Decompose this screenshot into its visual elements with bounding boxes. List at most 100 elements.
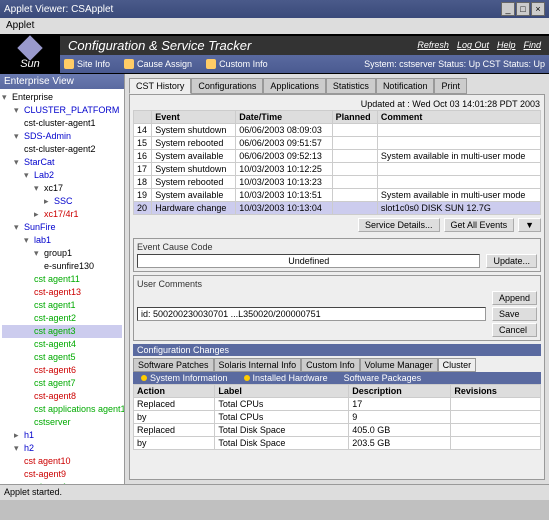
tree-node[interactable]: cst agent10 <box>2 455 122 468</box>
find-link[interactable]: Find <box>523 40 541 50</box>
get-all-events-button[interactable]: Get All Events <box>444 218 515 232</box>
comments-legend: User Comments <box>137 279 537 289</box>
tree-node[interactable]: ▾CLUSTER_PLATFORM <box>2 104 122 117</box>
tree-node[interactable]: ▸xc17/4r1 <box>2 208 122 221</box>
tree-node[interactable]: cst agent11 <box>2 273 122 286</box>
save-button[interactable]: Save <box>492 307 537 321</box>
config-table[interactable]: Action Label Description Revisions Repla… <box>133 384 541 450</box>
sidebar-title: Enterprise View <box>0 74 124 89</box>
tree-node[interactable]: ▾SDS-Admin <box>2 130 122 143</box>
tab-print[interactable]: Print <box>434 78 467 94</box>
tree-node[interactable]: ▾SunFire <box>2 221 122 234</box>
tree-node[interactable]: cst-agent2 <box>2 312 122 325</box>
tree-node[interactable]: e-sunfire130 <box>2 260 122 273</box>
tree-node[interactable]: cst-agent4 <box>2 338 122 351</box>
refresh-link[interactable]: Refresh <box>417 40 449 50</box>
cause-assign-button[interactable]: Cause Assign <box>124 59 192 69</box>
tree-node[interactable]: cst-cluster-agent2 <box>2 143 122 156</box>
subtab-custom[interactable]: Custom Info <box>301 358 360 372</box>
col-comment[interactable]: Comment <box>377 111 540 124</box>
tree-node[interactable]: cst agent1 <box>2 299 122 312</box>
subtab-volmgr[interactable]: Volume Manager <box>360 358 438 372</box>
tree-node[interactable]: cst applications agent12 <box>2 403 122 416</box>
table-row[interactable]: ReplacedTotal CPUs17 <box>134 398 541 411</box>
tab-statistics[interactable]: Statistics <box>326 78 376 94</box>
table-row[interactable]: 16System available06/06/2003 09:52:13Sys… <box>134 150 541 163</box>
table-row[interactable]: ReplacedTotal Disk Space405.0 GB <box>134 424 541 437</box>
table-row[interactable]: byTotal Disk Space203.5 GB <box>134 437 541 450</box>
append-button[interactable]: Append <box>492 291 537 305</box>
tree-node[interactable]: ▸h1 <box>2 429 122 442</box>
events-dropdown-button[interactable]: ▼ <box>518 218 541 232</box>
subtab-solaris[interactable]: Solaris Internal Info <box>214 358 302 372</box>
updated-label: Updated at : Wed Oct 03 14:01:28 PDT 200… <box>133 98 541 110</box>
tree-node[interactable]: ▾xc17 <box>2 182 122 195</box>
tree-node[interactable]: cst-agent8 <box>2 390 122 403</box>
service-details-button[interactable]: Service Details... <box>358 218 440 232</box>
logout-link[interactable]: Log Out <box>457 40 489 50</box>
table-row[interactable]: 15System rebooted06/06/2003 09:51:57 <box>134 137 541 150</box>
custom-info-button[interactable]: Custom Info <box>206 59 268 69</box>
col-action[interactable]: Action <box>134 385 215 398</box>
table-row[interactable]: 17System shutdown10/03/2003 10:12:25 <box>134 163 541 176</box>
tree-node[interactable]: ▾h2 <box>2 442 122 455</box>
table-row[interactable]: 18System rebooted10/03/2003 10:13:23 <box>134 176 541 189</box>
enterprise-tree[interactable]: ▾Enterprise▾CLUSTER_PLATFORMcst-cluster-… <box>0 89 124 484</box>
app-title: Configuration & Service Tracker <box>68 38 251 53</box>
subtab-patches[interactable]: Software Patches <box>133 358 214 372</box>
update-button[interactable]: Update... <box>486 254 537 268</box>
help-link[interactable]: Help <box>497 40 516 50</box>
tree-node[interactable]: cstserver <box>2 416 122 429</box>
config-changes-title: Configuration Changes <box>133 344 541 356</box>
tab-configurations[interactable]: Configurations <box>191 78 263 94</box>
tree-node[interactable]: cst agent5 <box>2 351 122 364</box>
minimize-icon[interactable]: _ <box>501 2 515 16</box>
custom-icon <box>206 59 216 69</box>
tree-node[interactable]: ▸SSC <box>2 195 122 208</box>
cause-icon <box>124 59 134 69</box>
col-event[interactable]: Event <box>152 111 236 124</box>
tab-cst-history[interactable]: CST History <box>129 78 191 94</box>
dot-icon <box>244 375 250 381</box>
tree-node[interactable]: cst agent3 <box>2 325 122 338</box>
tree-node[interactable]: ▾Lab2 <box>2 169 122 182</box>
subtab-cluster[interactable]: Cluster <box>438 358 477 372</box>
subtab2-hardware[interactable]: Installed Hardware <box>236 372 336 384</box>
col-desc[interactable]: Description <box>349 385 451 398</box>
cancel-button[interactable]: Cancel <box>492 323 537 337</box>
tab-notification[interactable]: Notification <box>376 78 435 94</box>
comments-text[interactable]: id: 500200230030701 ...L350020/200000751 <box>137 307 486 321</box>
col-label[interactable]: Label <box>215 385 349 398</box>
close-icon[interactable]: × <box>531 2 545 16</box>
tree-node[interactable]: ▾group1 <box>2 247 122 260</box>
tab-applications[interactable]: Applications <box>263 78 326 94</box>
tree-node[interactable]: cst-cluster-agent1 <box>2 117 122 130</box>
tree-node[interactable]: cstcluster1 <box>2 481 122 484</box>
history-table[interactable]: Event Date/Time Planned Comment 14System… <box>133 110 541 215</box>
tree-node[interactable]: cst-agent9 <box>2 468 122 481</box>
tree-node[interactable]: ▾lab1 <box>2 234 122 247</box>
site-icon <box>64 59 74 69</box>
table-row[interactable]: 19System available10/03/2003 10:13:51Sys… <box>134 189 541 202</box>
subtab2-software[interactable]: Software Packages <box>336 372 430 384</box>
menu-applet[interactable]: Applet <box>6 20 34 31</box>
subtab2-sysinfo[interactable]: System Information <box>133 372 236 384</box>
tree-node[interactable]: cst-agent13 <box>2 286 122 299</box>
system-status: System: cstserver Status: Up CST Status:… <box>364 59 545 69</box>
window-title: Applet Viewer: CSApplet <box>4 4 113 15</box>
tree-node[interactable]: cst-agent6 <box>2 364 122 377</box>
table-row[interactable]: 20Hardware change10/03/2003 10:13:04slot… <box>134 202 541 215</box>
table-row[interactable]: 14System shutdown06/06/2003 08:09:03 <box>134 124 541 137</box>
col-datetime[interactable]: Date/Time <box>236 111 332 124</box>
col-rev[interactable]: Revisions <box>451 385 541 398</box>
status-bar: Applet started. <box>0 484 549 500</box>
col-planned[interactable]: Planned <box>332 111 377 124</box>
maximize-icon[interactable]: □ <box>516 2 530 16</box>
tree-node[interactable]: ▾Enterprise <box>2 91 122 104</box>
sun-logo: Sun <box>0 39 60 70</box>
table-row[interactable]: byTotal CPUs9 <box>134 411 541 424</box>
col-n[interactable] <box>134 111 152 124</box>
site-info-button[interactable]: Site Info <box>64 59 110 69</box>
tree-node[interactable]: ▾StarCat <box>2 156 122 169</box>
tree-node[interactable]: cst agent7 <box>2 377 122 390</box>
